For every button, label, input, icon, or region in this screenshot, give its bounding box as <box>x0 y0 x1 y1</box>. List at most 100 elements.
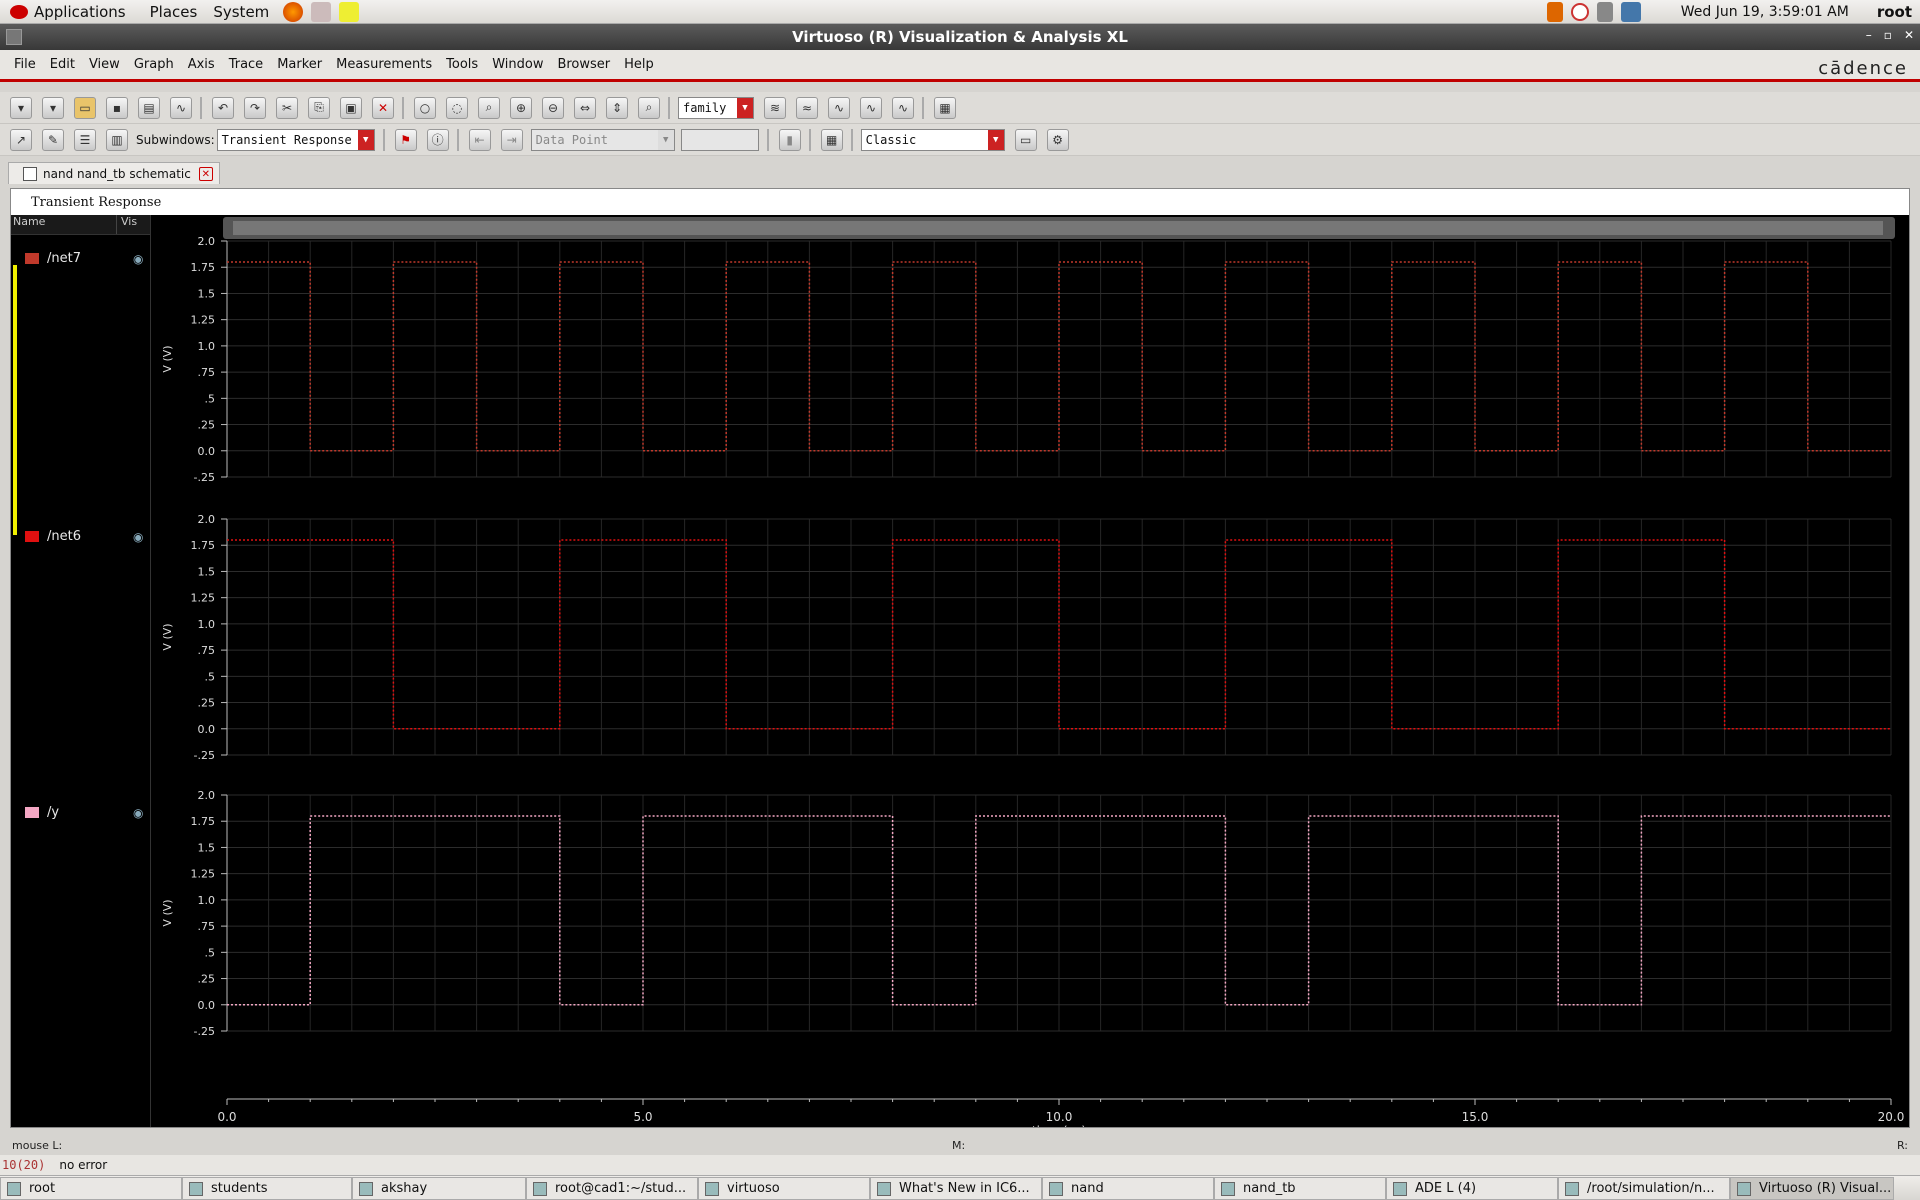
clock[interactable]: Wed Jun 19, 3:59:01 AM <box>1681 4 1849 20</box>
print-icon[interactable]: ▤ <box>138 96 160 119</box>
menu-measurements[interactable]: Measurements <box>336 57 432 72</box>
trace-style-icon[interactable]: ∿ <box>892 96 914 119</box>
tab-nand-schematic[interactable]: nand nand_tb schematic ✕ <box>8 162 220 184</box>
firefox-launcher-icon[interactable] <box>283 1 304 22</box>
stop-icon[interactable]: ○ <box>414 96 436 119</box>
eye-icon[interactable]: ◉ <box>133 530 143 544</box>
trace-compare-icon[interactable]: ∿ <box>828 96 850 119</box>
grid-icon[interactable]: ▦ <box>934 96 956 119</box>
menu-help[interactable]: Help <box>624 57 654 72</box>
eye-icon[interactable]: ◉ <box>133 806 143 820</box>
cut-icon[interactable]: ✂ <box>276 96 298 119</box>
menu-marker[interactable]: Marker <box>277 57 322 72</box>
menu-tools[interactable]: Tools <box>446 57 478 72</box>
eye-icon[interactable]: ◉ <box>133 252 143 266</box>
task-terminal[interactable]: root@cad1:~/stud... <box>526 1177 698 1200</box>
task-whats-new[interactable]: What's New in IC6... <box>870 1177 1042 1200</box>
menu-view[interactable]: View <box>89 57 120 72</box>
task-ade-l[interactable]: ADE L (4) <box>1386 1177 1558 1200</box>
waveform-icon[interactable]: ∿ <box>170 96 192 119</box>
zoom-box-icon[interactable]: ⌕ <box>638 96 660 119</box>
task-root[interactable]: root <box>0 1177 182 1200</box>
new-window-icon[interactable]: ▾ <box>10 96 32 119</box>
menu-browser[interactable]: Browser <box>557 57 610 72</box>
task-viva[interactable]: Virtuoso (R) Visual... <box>1730 1177 1894 1200</box>
task-simulation[interactable]: /root/simulation/n... <box>1558 1177 1730 1200</box>
system-menu[interactable]: System <box>213 3 269 21</box>
task-akshay[interactable]: akshay <box>352 1177 526 1200</box>
trace-overlay-icon[interactable]: ∿ <box>860 96 882 119</box>
zoom-x-icon[interactable]: ⇔ <box>574 96 596 119</box>
close-window-button[interactable]: ✕ <box>1904 28 1914 42</box>
waveform-plot[interactable]: 2.0 1.75 1.5 1.25 1.0 .75 .5 .25 0.0 -.25 V (V) 2.0… <box>151 215 1907 1127</box>
split-layout-icon[interactable]: ▥ <box>106 128 128 151</box>
family-plot-icon[interactable]: ≋ <box>764 96 786 119</box>
legend-item-net6[interactable]: /net6 ◉ <box>25 529 143 544</box>
virtuoso-icon <box>877 1181 891 1196</box>
menu-edit[interactable]: Edit <box>50 57 75 72</box>
task-virtuoso[interactable]: virtuoso <box>698 1177 870 1200</box>
family-select[interactable]: family ▼ <box>678 96 754 119</box>
next-point-icon[interactable]: ⇥ <box>500 128 523 151</box>
task-nand[interactable]: nand <box>1042 1177 1214 1200</box>
minimize-button[interactable]: – <box>1866 28 1872 42</box>
histogram-icon[interactable]: ▮ <box>778 128 801 151</box>
maximize-button[interactable]: ▫ <box>1884 28 1892 42</box>
chevron-down-icon[interactable]: ▼ <box>737 97 753 118</box>
style-select[interactable]: Classic ▼ <box>860 128 1005 151</box>
window-list-icon[interactable]: ▭ <box>1014 128 1037 151</box>
previous-point-icon[interactable]: ⇤ <box>468 128 491 151</box>
volume-tray-icon[interactable] <box>1596 1 1613 22</box>
calculator-icon[interactable]: ▦ <box>820 128 843 151</box>
open-folder-icon[interactable]: ▭ <box>74 96 96 119</box>
legend-item-y[interactable]: /y ◉ <box>25 805 143 820</box>
zoom-in-icon[interactable]: ⊕ <box>510 96 532 119</box>
task-nand-tb[interactable]: nand_tb <box>1214 1177 1386 1200</box>
menu-axis[interactable]: Axis <box>188 57 215 72</box>
strip-chart-icon[interactable]: ≈ <box>796 96 818 119</box>
mail-launcher-icon[interactable] <box>311 1 332 22</box>
applications-menu[interactable]: Applications <box>10 3 126 21</box>
zoom-fit-icon[interactable]: ⌕ <box>478 96 500 119</box>
y-axis-label: V (V) <box>161 623 174 650</box>
copy-icon[interactable]: ⎘ <box>308 96 330 119</box>
menu-graph[interactable]: Graph <box>134 57 174 72</box>
legend-item-net7[interactable]: /net7 ◉ <box>25 251 143 266</box>
window-settings-icon[interactable]: ⚙ <box>1046 128 1069 151</box>
chevron-down-icon[interactable]: ▼ <box>987 129 1004 150</box>
places-menu[interactable]: Places <box>150 3 198 21</box>
pointer-tool-icon[interactable]: ↗ <box>10 128 32 151</box>
stack-layout-icon[interactable]: ☰ <box>74 128 96 151</box>
mouse-left-status: mouse L: <box>12 1138 63 1152</box>
refresh-icon[interactable]: ◌ <box>446 96 468 119</box>
menu-file[interactable]: File <box>14 57 36 72</box>
datapoint-value-field[interactable] <box>680 128 759 151</box>
close-icon[interactable]: ✕ <box>198 167 213 181</box>
task-students[interactable]: students <box>182 1177 352 1200</box>
info-icon[interactable]: ⓘ <box>426 128 449 151</box>
zoom-y-icon[interactable]: ⇕ <box>606 96 628 119</box>
chevron-down-icon[interactable]: ▼ <box>657 129 674 150</box>
user-name[interactable]: root <box>1877 3 1912 21</box>
menu-trace[interactable]: Trace <box>229 57 264 72</box>
subwindow-title-bar[interactable]: Transient Response <box>11 189 1909 215</box>
window-menu-icon[interactable] <box>6 29 22 45</box>
notes-launcher-icon[interactable] <box>339 1 360 22</box>
updates-tray-icon[interactable] <box>1570 2 1589 21</box>
menu-window[interactable]: Window <box>492 57 543 72</box>
window-titlebar[interactable]: Virtuoso (R) Visualization & Analysis XL… <box>0 24 1920 50</box>
new-subwindow-icon[interactable]: ▾ <box>42 96 64 119</box>
annotation-tool-icon[interactable]: ✎ <box>42 128 64 151</box>
redo-icon[interactable]: ↷ <box>244 96 266 119</box>
save-icon[interactable]: ▪ <box>106 96 128 119</box>
datapoint-select[interactable]: Data Point ▼ <box>530 128 675 151</box>
delete-icon[interactable]: ✕ <box>372 96 394 119</box>
network-tray-icon[interactable] <box>1620 1 1641 22</box>
flag-icon[interactable]: ⚑ <box>394 128 417 151</box>
zoom-out-icon[interactable]: ⊖ <box>542 96 564 119</box>
undo-icon[interactable]: ↶ <box>212 96 234 119</box>
alert-tray-icon[interactable] <box>1546 1 1563 22</box>
paste-icon[interactable]: ▣ <box>340 96 362 119</box>
chevron-down-icon[interactable]: ▼ <box>357 129 374 150</box>
subwindows-select[interactable]: Transient Response ▼ <box>216 128 375 151</box>
